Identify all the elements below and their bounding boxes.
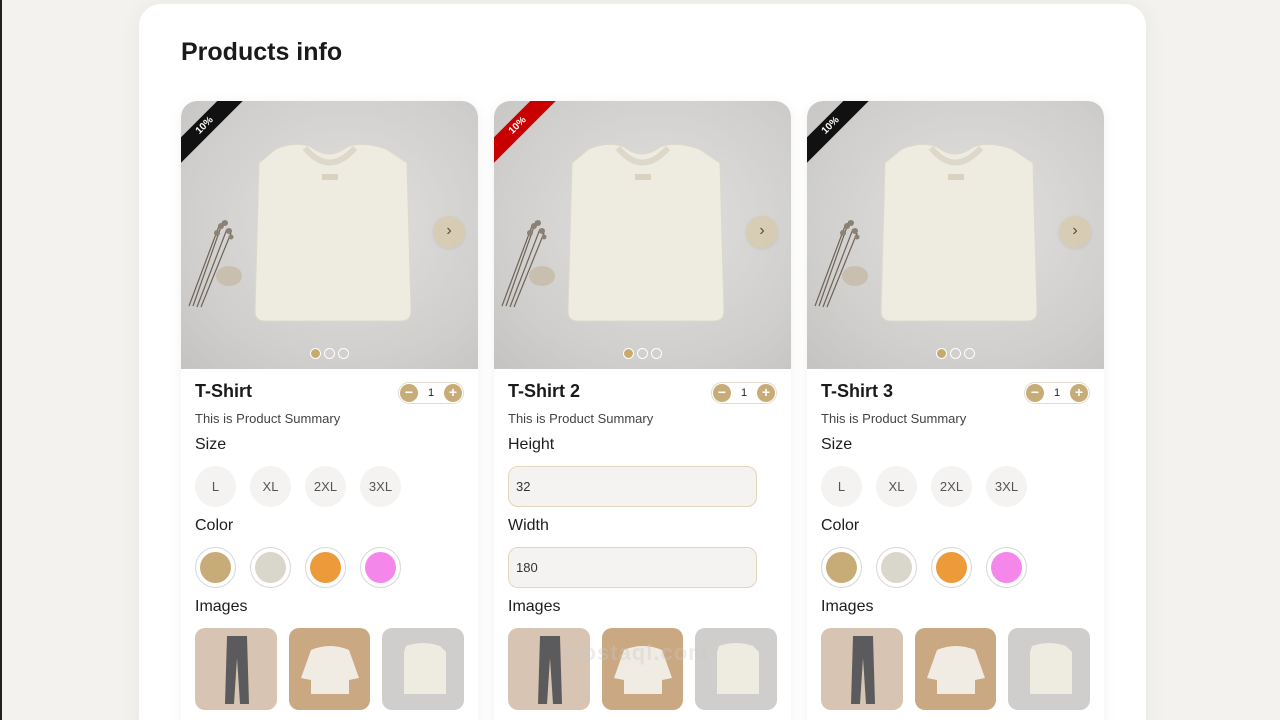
quantity-value: 1 (1053, 386, 1061, 399)
minus-icon[interactable]: − (713, 383, 731, 402)
carousel-dot[interactable] (651, 348, 662, 359)
size-option[interactable]: XL (876, 466, 917, 507)
size-label: Size (195, 436, 227, 453)
product-image-carousel[interactable]: 10% › (494, 101, 791, 369)
image-thumbnails (821, 628, 1091, 710)
image-thumbnails (195, 628, 465, 710)
carousel-dot[interactable] (324, 348, 335, 359)
color-options (821, 547, 1090, 588)
carousel-dot[interactable] (950, 348, 961, 359)
thumbnail-tshirt[interactable] (1008, 628, 1091, 710)
product-name: T-Shirt 3 (821, 380, 894, 401)
plus-icon[interactable]: + (1070, 383, 1088, 402)
size-option[interactable]: 3XL (360, 466, 401, 507)
product-summary: This is Product Summary (195, 411, 341, 426)
thumbnail-pants[interactable] (821, 628, 903, 710)
product-card-3: 10% › T-Shirt 3 − 1 + This is Product Su… (807, 101, 1104, 720)
thumbnail-pants[interactable] (195, 628, 277, 710)
images-label: Images (195, 598, 248, 615)
thumbnail-sweater[interactable] (914, 628, 997, 710)
width-label: Width (508, 517, 549, 534)
size-option[interactable]: XL (250, 466, 291, 507)
quantity-value: 1 (427, 386, 435, 399)
quantity-value: 1 (740, 386, 748, 399)
color-option[interactable] (986, 547, 1027, 588)
minus-icon[interactable]: − (1026, 383, 1044, 402)
plus-icon[interactable]: + (444, 383, 462, 402)
size-option[interactable]: 2XL (305, 466, 346, 507)
product-summary: This is Product Summary (821, 411, 967, 426)
size-options: L XL 2XL 3XL (821, 466, 1090, 507)
thumbnail-tshirt[interactable] (382, 628, 465, 710)
height-input[interactable] (508, 466, 757, 507)
size-option[interactable]: L (821, 466, 862, 507)
color-label: Color (195, 517, 234, 534)
product-card-2: 10% › T-Shirt 2 − 1 + This is Product Su… (494, 101, 791, 720)
page-title: Products info (181, 38, 343, 66)
thumbnail-sweater[interactable] (288, 628, 371, 710)
carousel-dot[interactable] (936, 348, 947, 359)
product-image-carousel[interactable]: 10% › (181, 101, 478, 369)
carousel-dot[interactable] (637, 348, 648, 359)
carousel-dots (181, 348, 478, 359)
color-label: Color (821, 517, 860, 534)
chevron-right-icon[interactable]: › (433, 216, 465, 248)
color-option[interactable] (305, 547, 346, 588)
product-name: T-Shirt (195, 380, 252, 401)
size-option[interactable]: 3XL (986, 466, 1027, 507)
color-options (195, 547, 464, 588)
images-label: Images (508, 598, 561, 615)
color-option[interactable] (250, 547, 291, 588)
height-label: Height (508, 436, 555, 453)
size-option[interactable]: 2XL (931, 466, 972, 507)
carousel-dot[interactable] (623, 348, 634, 359)
carousel-dot[interactable] (338, 348, 349, 359)
carousel-dots (807, 348, 1104, 359)
images-label: Images (821, 598, 874, 615)
plus-icon[interactable]: + (757, 383, 775, 402)
chevron-right-icon[interactable]: › (1059, 216, 1091, 248)
chevron-right-icon[interactable]: › (746, 216, 778, 248)
width-input[interactable] (508, 547, 757, 588)
quantity-stepper: − 1 + (711, 381, 777, 404)
color-option[interactable] (931, 547, 972, 588)
product-image-carousel[interactable]: 10% › (807, 101, 1104, 369)
size-option[interactable]: L (195, 466, 236, 507)
product-name: T-Shirt 2 (508, 380, 581, 401)
size-options: L XL 2XL 3XL (195, 466, 464, 507)
color-option[interactable] (876, 547, 917, 588)
watermark: mostaql.com (562, 640, 709, 665)
product-summary: This is Product Summary (508, 411, 654, 426)
carousel-dots (494, 348, 791, 359)
products-panel: Products info 10% › T-Shirt − 1 + This i… (139, 4, 1146, 720)
carousel-dot[interactable] (310, 348, 321, 359)
color-option[interactable] (360, 547, 401, 588)
product-card-1: 10% › T-Shirt − 1 + This is Product Summ… (181, 101, 478, 720)
quantity-stepper: − 1 + (1024, 381, 1090, 404)
color-option[interactable] (195, 547, 236, 588)
carousel-dot[interactable] (964, 348, 975, 359)
color-option[interactable] (821, 547, 862, 588)
size-label: Size (821, 436, 853, 453)
product-cards: 10% › T-Shirt − 1 + This is Product Summ… (181, 101, 1104, 720)
quantity-stepper: − 1 + (398, 381, 464, 404)
minus-icon[interactable]: − (400, 383, 418, 402)
